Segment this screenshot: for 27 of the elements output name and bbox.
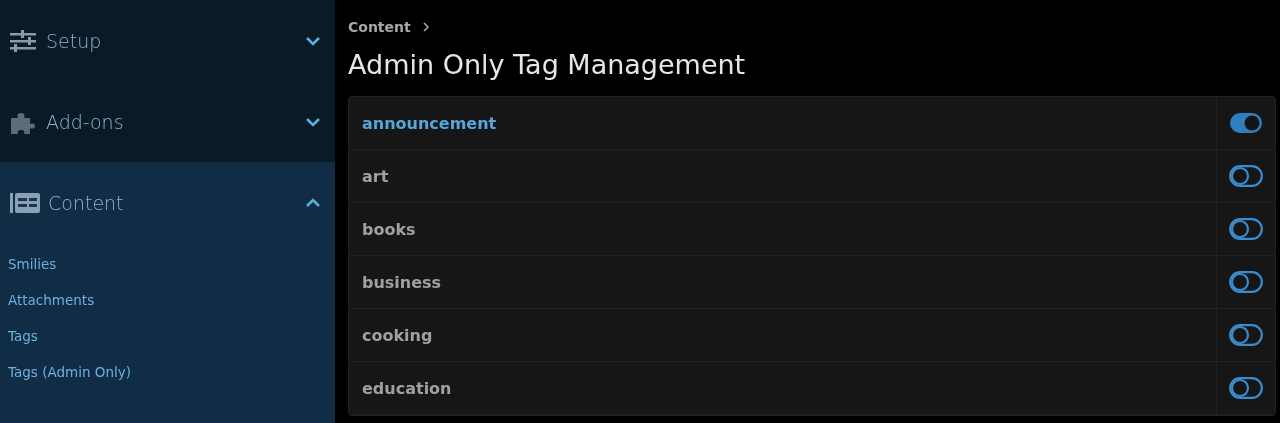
toggle-switch[interactable] bbox=[1229, 377, 1263, 399]
toggle-switch[interactable] bbox=[1229, 165, 1263, 187]
chevron-down-icon bbox=[305, 35, 321, 46]
sidebar-link[interactable]: Attachments bbox=[8, 291, 335, 310]
toggle-switch[interactable] bbox=[1229, 112, 1263, 134]
tag-name: cooking bbox=[361, 324, 434, 347]
tag-name: education bbox=[361, 377, 453, 400]
chevron-up-icon bbox=[305, 197, 321, 208]
tag-name: books bbox=[361, 218, 417, 241]
toggle-switch[interactable] bbox=[1229, 324, 1263, 346]
tag-name: business bbox=[361, 271, 443, 294]
sidebar-link[interactable]: Tags bbox=[8, 327, 335, 346]
tag-name: art bbox=[361, 165, 390, 188]
toggle-switch[interactable] bbox=[1229, 218, 1263, 240]
chevron-down-icon bbox=[305, 116, 321, 127]
sidebar-section-toggle[interactable]: Add-ons bbox=[0, 81, 335, 162]
tag-name: announcement bbox=[361, 112, 498, 135]
sidebar-section-toggle[interactable]: Setup bbox=[0, 0, 335, 81]
page-title: Admin Only Tag Management bbox=[348, 48, 747, 82]
toggle-switch[interactable] bbox=[1229, 271, 1263, 293]
breadcrumb-link[interactable]: Content bbox=[348, 19, 411, 35]
sidebar-link[interactable]: Tags (Admin Only) bbox=[8, 363, 335, 382]
list-icon bbox=[10, 192, 40, 213]
sliders-icon bbox=[10, 29, 38, 52]
sidebar-section-toggle[interactable]: Content bbox=[0, 162, 335, 243]
sidebar-link[interactable]: Smilies bbox=[8, 255, 335, 274]
chevron-right-icon bbox=[422, 22, 430, 32]
